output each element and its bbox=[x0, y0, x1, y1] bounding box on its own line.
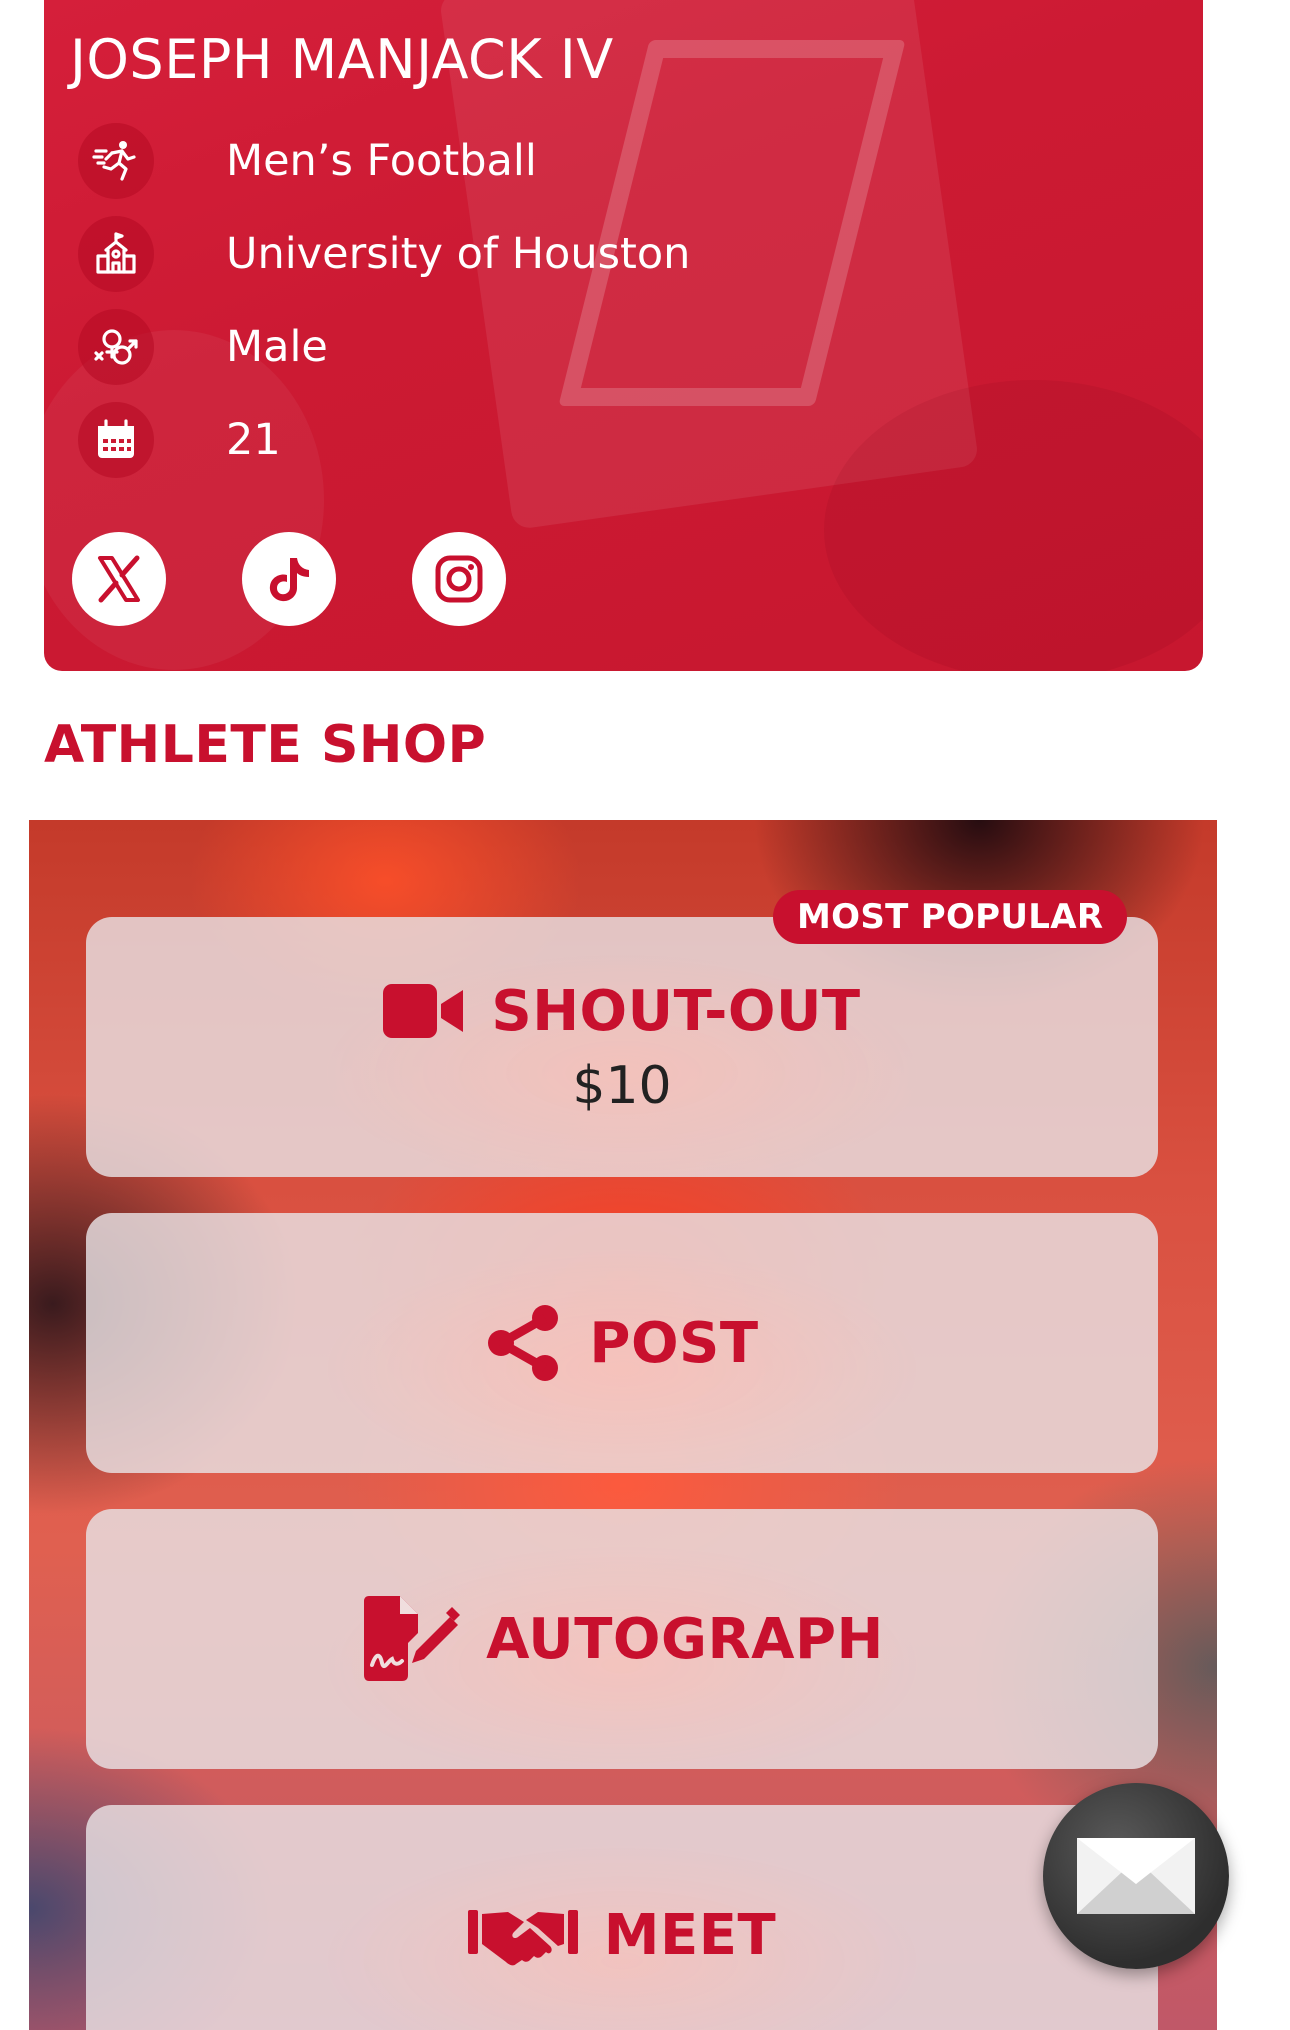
gender-text: Male bbox=[226, 322, 328, 372]
sport-text: Men’s Football bbox=[226, 136, 537, 186]
athlete-name: JOSEPH MANJACK IV bbox=[70, 28, 614, 91]
school-icon bbox=[78, 216, 154, 292]
envelope-icon bbox=[1077, 1838, 1195, 1914]
message-button[interactable] bbox=[1043, 1783, 1229, 1969]
instagram-button[interactable] bbox=[412, 532, 506, 626]
running-icon bbox=[78, 123, 154, 199]
shop-panel: SHOUT-OUT $10 POST AUTOGRAPH MEET bbox=[29, 820, 1217, 2030]
post-label: POST bbox=[589, 1310, 759, 1376]
tiktok-button[interactable] bbox=[242, 532, 336, 626]
shop-title: ATHLETE SHOP bbox=[44, 715, 487, 775]
tiktok-icon bbox=[269, 558, 309, 602]
handshake-icon bbox=[467, 1910, 578, 1966]
x-twitter-button[interactable] bbox=[72, 532, 166, 626]
meet-option[interactable]: MEET bbox=[86, 1805, 1158, 2030]
athlete-profile-card: JOSEPH MANJACK IV Men’s Football Univers… bbox=[44, 0, 1203, 671]
sport-row: Men’s Football bbox=[78, 121, 537, 201]
gender-row: Male bbox=[78, 307, 328, 387]
signature-icon bbox=[364, 1596, 461, 1681]
shoutout-option[interactable]: SHOUT-OUT $10 bbox=[86, 917, 1158, 1177]
school-row: University of Houston bbox=[78, 214, 690, 294]
meet-label: MEET bbox=[603, 1902, 777, 1968]
instagram-icon bbox=[435, 555, 483, 603]
gender-icon bbox=[78, 309, 154, 385]
autograph-option[interactable]: AUTOGRAPH bbox=[86, 1509, 1158, 1769]
most-popular-badge: MOST POPULAR bbox=[773, 890, 1128, 944]
share-icon bbox=[488, 1305, 559, 1381]
shoutout-label: SHOUT-OUT bbox=[491, 978, 861, 1044]
autograph-label: AUTOGRAPH bbox=[486, 1606, 884, 1672]
shoutout-price: $10 bbox=[572, 1055, 672, 1116]
age-text: 21 bbox=[226, 415, 281, 465]
social-links bbox=[72, 532, 506, 626]
school-text: University of Houston bbox=[226, 229, 691, 279]
video-camera-icon bbox=[383, 984, 464, 1038]
x-twitter-icon bbox=[98, 555, 140, 603]
age-row: 21 bbox=[78, 400, 281, 480]
calendar-icon bbox=[78, 402, 154, 478]
post-option[interactable]: POST bbox=[86, 1213, 1158, 1473]
